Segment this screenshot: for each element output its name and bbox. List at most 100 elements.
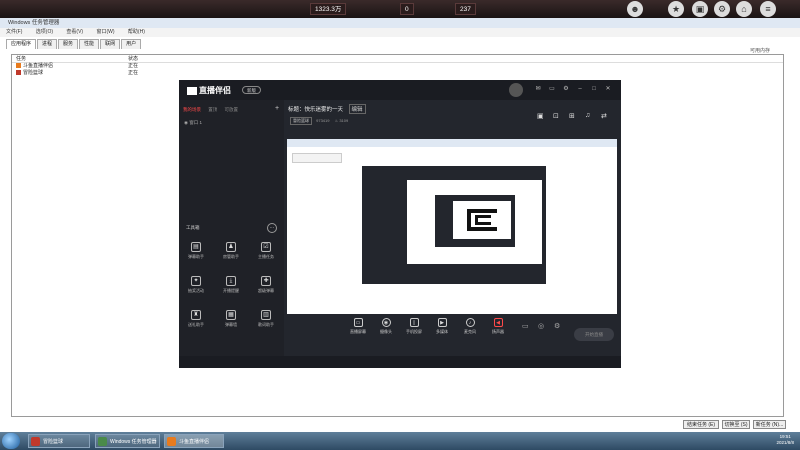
tool-label: 房管助手 [223, 254, 239, 259]
taskmanager-icon [98, 437, 107, 446]
tool-label: 主播任务 [258, 254, 274, 259]
menu-help[interactable]: 帮助(H) [128, 29, 145, 35]
end-task-button[interactable]: 结束任务 (E) [683, 420, 719, 429]
taskmanager-tabs: 应用程序 进程 服务 性能 联网 用户 [6, 39, 142, 49]
tool-label: 超级弹幕 [258, 288, 274, 293]
home-icon[interactable]: ⌂ [736, 1, 752, 17]
stream-preview[interactable] [287, 139, 617, 314]
tab-placeable[interactable]: 可放置 [225, 107, 239, 112]
start-button[interactable] [2, 433, 20, 449]
camera-icon[interactable]: ⊞ [569, 112, 575, 120]
gear-icon[interactable]: ⚙ [562, 85, 570, 93]
new-task-button[interactable]: 新任务 (N)... [753, 420, 786, 429]
tool-gift[interactable]: ♜ 送礼助手 [182, 310, 210, 328]
gift-box-icon[interactable]: ▣ [537, 112, 544, 120]
media-button[interactable]: ▶ 多媒体 [430, 318, 454, 335]
menu-view[interactable]: 查看(V) [66, 29, 83, 35]
share-icon[interactable]: ⇄ [601, 112, 607, 120]
resource-counter-2: 0 [400, 3, 414, 15]
tool-roomadmin[interactable]: ♟ 房管助手 [217, 242, 245, 260]
message-icon[interactable]: ✉ [534, 85, 542, 93]
settings-gear-icon[interactable]: ⚙ [554, 322, 560, 330]
column-status[interactable]: 状态 [128, 55, 138, 63]
close-icon[interactable]: ✕ [604, 85, 612, 93]
tool-remind[interactable]: ⤓ 开播提醒 [217, 276, 245, 294]
microphone-button[interactable]: ♪ 麦克风 [458, 318, 482, 335]
preview-nested-screen-2 [453, 201, 511, 239]
column-task[interactable]: 任务 [16, 55, 26, 63]
tool-danmu[interactable]: ▤ 弹幕助手 [182, 242, 210, 260]
minimize-icon[interactable]: – [576, 85, 584, 93]
app-icon [16, 63, 21, 69]
avatar-icon[interactable]: ☻ [627, 1, 643, 17]
tool-tasks[interactable]: ☑ 主播任务 [252, 242, 280, 260]
scene-name: 窗口 1 [189, 120, 202, 125]
menu-icon[interactable]: ≡ [760, 1, 776, 17]
system-clock[interactable]: 19:51 2021/8/8 [776, 434, 794, 446]
edit-title-button[interactable]: 编辑 [348, 104, 366, 114]
switch-to-button[interactable]: 切换至 (S) [722, 420, 750, 429]
tab-networking[interactable]: 联网 [100, 39, 121, 49]
tab-applications[interactable]: 应用程序 [6, 39, 37, 49]
toolbox-title: 工具箱 [186, 225, 200, 230]
camera-button[interactable]: ◉ 摄像头 [374, 318, 398, 335]
mic-icon: ♪ [465, 318, 475, 327]
user-avatar[interactable] [509, 83, 523, 97]
taskbar-item-taskmanager[interactable]: Windows 任务管理器 [95, 434, 160, 448]
settings-icon[interactable]: ⚙ [714, 1, 730, 17]
taskbar-item-game[interactable]: 冒险篮球 [28, 434, 90, 448]
gift-icon[interactable]: ▣ [692, 1, 708, 17]
btn-label: 直播屏幕 [350, 329, 366, 334]
tab-top[interactable]: 置顶 [208, 107, 217, 112]
tool-super-danmu[interactable]: ✚ 超级弹幕 [252, 276, 280, 294]
webcam-icon: ◉ [381, 318, 391, 327]
tasks-icon: ☑ [261, 242, 271, 252]
bell-icon[interactable]: ♫ [585, 112, 590, 119]
phone-cast-button[interactable]: ▯ 手机投屏 [402, 318, 426, 335]
room-id: 973419 [316, 118, 330, 123]
menu-file[interactable]: 文件(F) [6, 29, 22, 35]
game-icon [31, 437, 40, 446]
tool-lyrics[interactable]: ▥ 歌词助手 [252, 310, 280, 328]
table-row[interactable]: 冒险篮球 正在 [12, 70, 783, 77]
speaker-icon: ◀ [493, 318, 503, 327]
star-icon[interactable]: ★ [668, 1, 684, 17]
add-scene-icon[interactable]: + [275, 105, 279, 112]
version-pill[interactable]: 新版 [242, 86, 261, 94]
screen-icon: ▭ [353, 318, 363, 327]
tab-users[interactable]: 用户 [121, 39, 142, 49]
screen-capture-button[interactable]: ▭ 直播屏幕 [346, 318, 370, 335]
danmu-icon: ▤ [191, 242, 201, 252]
hot-icon: ♨ [334, 118, 339, 123]
play-icon: ▶ [437, 318, 447, 327]
eye-icon[interactable]: ◎ [538, 322, 544, 330]
menu-window[interactable]: 窗口(W) [96, 29, 114, 35]
more-tools-icon[interactable]: ⋯ [267, 223, 277, 233]
menu-options[interactable]: 选项(O) [36, 29, 53, 35]
logo-icon [187, 86, 197, 95]
tab-performance[interactable]: 性能 [79, 39, 100, 49]
stream-statusbar [179, 356, 621, 368]
tab-my-scene[interactable]: 我的场景 [183, 107, 201, 112]
resource-counter-1: 1323.3万 [310, 3, 347, 15]
record-icon[interactable]: ▭ [522, 322, 529, 330]
room-category[interactable]: 冒险篮球 [290, 117, 312, 125]
btn-label: 麦克风 [464, 329, 476, 334]
scene-item[interactable]: ◉ 窗口 1 [184, 120, 202, 126]
stream-logo: 直播伴侣 [187, 85, 231, 96]
tab-services[interactable]: 服务 [58, 39, 79, 49]
table-row[interactable]: 斗鱼直播伴侣 正在 [12, 63, 783, 70]
taskbar-item-stream[interactable]: 斗鱼直播伴侣 [164, 434, 224, 448]
speaker-button[interactable]: ◀ 扬声器 [486, 318, 510, 335]
chat-icon[interactable]: ▭ [548, 85, 556, 93]
tool-wall[interactable]: ▦ 弹幕墙 [217, 310, 245, 328]
task-status: 正在 [128, 70, 139, 76]
lock-icon[interactable]: ⊡ [553, 112, 559, 120]
maximize-icon[interactable]: □ [590, 85, 598, 93]
tool-lottery[interactable]: ✦ 抽奖活动 [182, 276, 210, 294]
preview-list [292, 153, 342, 163]
eye-icon[interactable]: ◉ [184, 120, 188, 125]
preview-window-bar [287, 139, 617, 147]
tab-processes[interactable]: 进程 [37, 39, 58, 49]
start-stream-button[interactable]: 开始直播 [574, 328, 614, 341]
